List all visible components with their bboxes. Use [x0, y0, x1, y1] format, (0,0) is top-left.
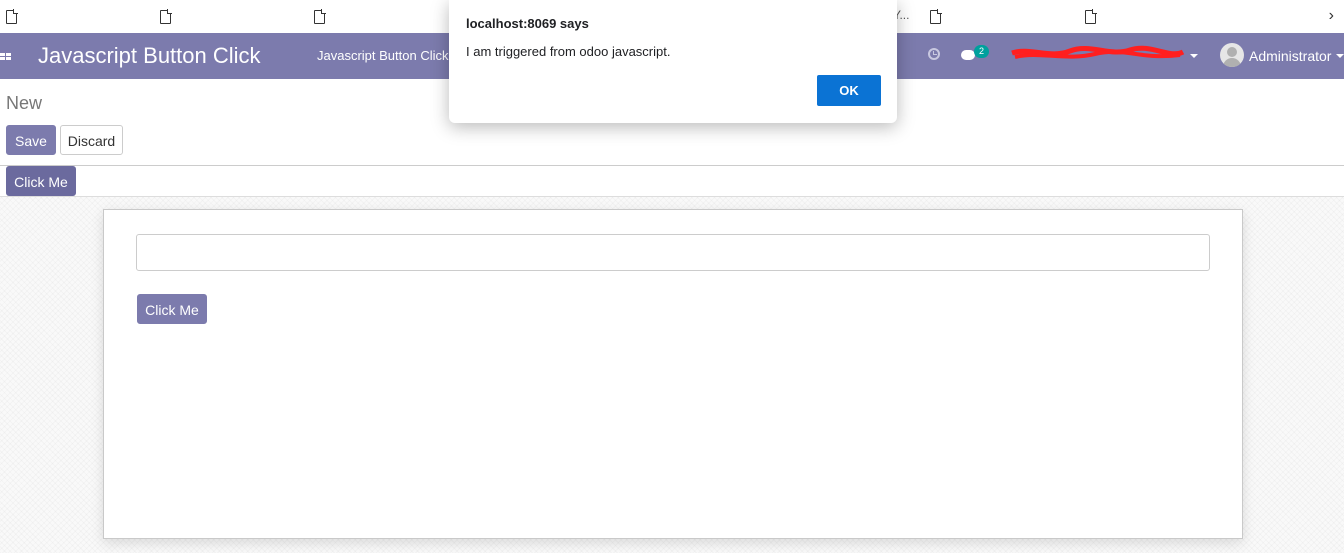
bookmark-label: [25, 10, 135, 24]
alert-dialog: localhost:8069 says I am triggered from …: [449, 0, 897, 123]
messages-count-badge: 2: [974, 45, 989, 58]
breadcrumb: New: [6, 93, 43, 113]
form-sheet: Click Me: [103, 209, 1243, 539]
chevron-down-icon[interactable]: [1190, 54, 1198, 58]
discard-button[interactable]: Discard: [60, 125, 123, 155]
menu-item-javascript-button-click[interactable]: Javascript Button Click: [317, 48, 449, 63]
bookmark-label: [1104, 10, 1220, 24]
page-icon: [6, 9, 18, 24]
bookmark-1[interactable]: [6, 5, 135, 29]
chevron-down-icon[interactable]: [1336, 54, 1344, 58]
app-title[interactable]: Javascript Button Click: [38, 43, 261, 69]
bookmark-label: [179, 10, 294, 24]
bookmark-3[interactable]: [314, 5, 443, 29]
bookmark-2[interactable]: [160, 5, 294, 29]
dialog-title: localhost:8069 says: [466, 16, 589, 31]
user-name[interactable]: Administrator: [1249, 48, 1331, 64]
redacted-company-name[interactable]: [1010, 45, 1185, 63]
bookmark-5[interactable]: [930, 5, 1057, 29]
messages-icon[interactable]: [961, 50, 975, 60]
text-input-field[interactable]: [136, 234, 1210, 271]
bookmark-label: [949, 10, 1057, 24]
chevron-right-icon[interactable]: ›: [1329, 7, 1334, 25]
page-icon: [1085, 9, 1097, 24]
apps-menu-icon[interactable]: [0, 53, 12, 61]
dialog-message: I am triggered from odoo javascript.: [466, 44, 671, 59]
page-icon: [160, 9, 172, 24]
bookmark-6[interactable]: [1085, 5, 1220, 29]
header-click-me-button[interactable]: Click Me: [6, 166, 76, 196]
sheet-click-me-button[interactable]: Click Me: [137, 294, 207, 324]
ok-button[interactable]: OK: [817, 75, 881, 106]
save-button[interactable]: Save: [6, 125, 56, 155]
page-icon: [314, 9, 326, 24]
form-sheet-background: Click Me: [0, 197, 1344, 553]
page-icon: [930, 9, 942, 24]
user-avatar[interactable]: [1220, 43, 1244, 67]
form-statusbar: Click Me: [0, 166, 1344, 197]
activity-clock-icon[interactable]: [928, 48, 940, 60]
bookmark-label: [333, 10, 443, 24]
